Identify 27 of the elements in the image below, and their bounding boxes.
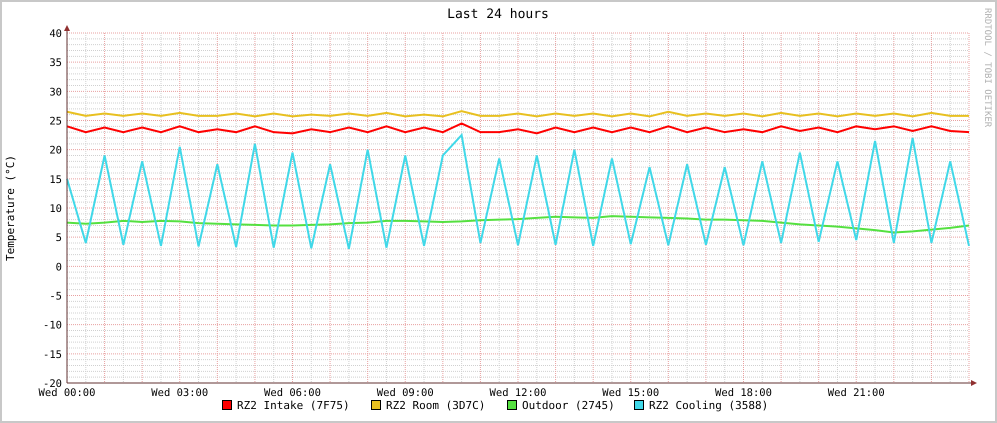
x-tick-label: Wed 18:00	[715, 387, 772, 399]
y-tick-label: 25	[49, 116, 62, 128]
legend-label: RZ2 Cooling (3588)	[649, 399, 768, 412]
x-tick-label: Wed 09:00	[376, 387, 434, 399]
y-axis-title: Temperature (°C)	[4, 155, 17, 261]
x-tick-label: Wed 21:00	[828, 387, 885, 399]
y-tick-label: -10	[43, 320, 62, 332]
chart-title: Last 24 hours	[447, 7, 549, 22]
y-tick-label: 40	[49, 28, 62, 40]
x-tick-label: Wed 00:00	[38, 387, 96, 399]
y-tick-label: 5	[56, 232, 62, 244]
x-tick-label: Wed 06:00	[264, 387, 321, 399]
x-tick-label: Wed 12:00	[490, 387, 546, 399]
y-tick-label: 10	[49, 203, 62, 215]
y-tick-label: 35	[49, 57, 62, 70]
y-tick-label: -5	[49, 290, 62, 302]
y-tick-label: 20	[49, 144, 62, 157]
x-tick-label: Wed 15:00	[602, 387, 660, 399]
legend-label: RZ2 Intake (7F75)	[237, 399, 350, 412]
y-tick-label: -15	[43, 348, 62, 361]
x-tick-label: Wed 03:00	[151, 387, 208, 399]
y-tick-label: 15	[49, 174, 62, 186]
legend-label: Outdoor (2745)	[522, 399, 615, 412]
legend-label: RZ2 Room (3D7C)	[386, 399, 486, 412]
y-tick-label: 30	[49, 86, 62, 98]
credit-text: RRDTOOL / TOBI OETIKER	[982, 8, 992, 128]
y-tick-label: 0	[56, 261, 62, 274]
